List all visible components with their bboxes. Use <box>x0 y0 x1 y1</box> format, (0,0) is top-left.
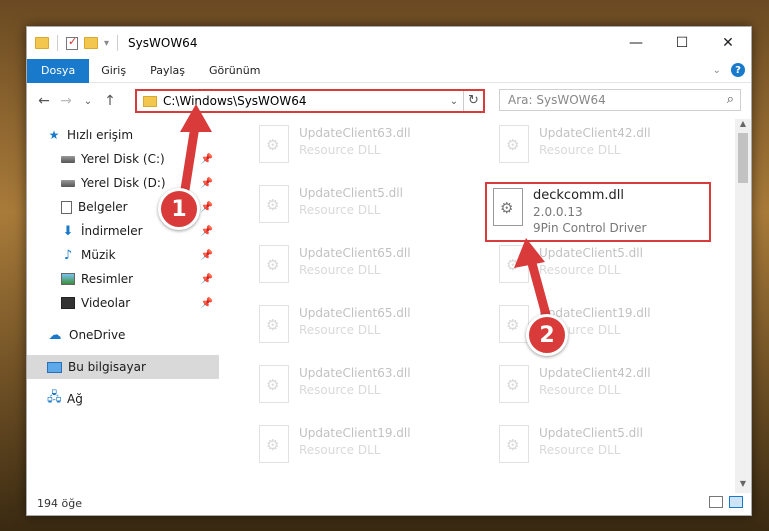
callout-arrows <box>179 104 553 327</box>
arrow-2-head <box>514 238 545 268</box>
arrow-1-head <box>180 104 212 132</box>
callout-badge-1: 1 <box>158 188 200 230</box>
arrow-2 <box>525 251 553 327</box>
callout-badge-2: 2 <box>526 314 568 356</box>
